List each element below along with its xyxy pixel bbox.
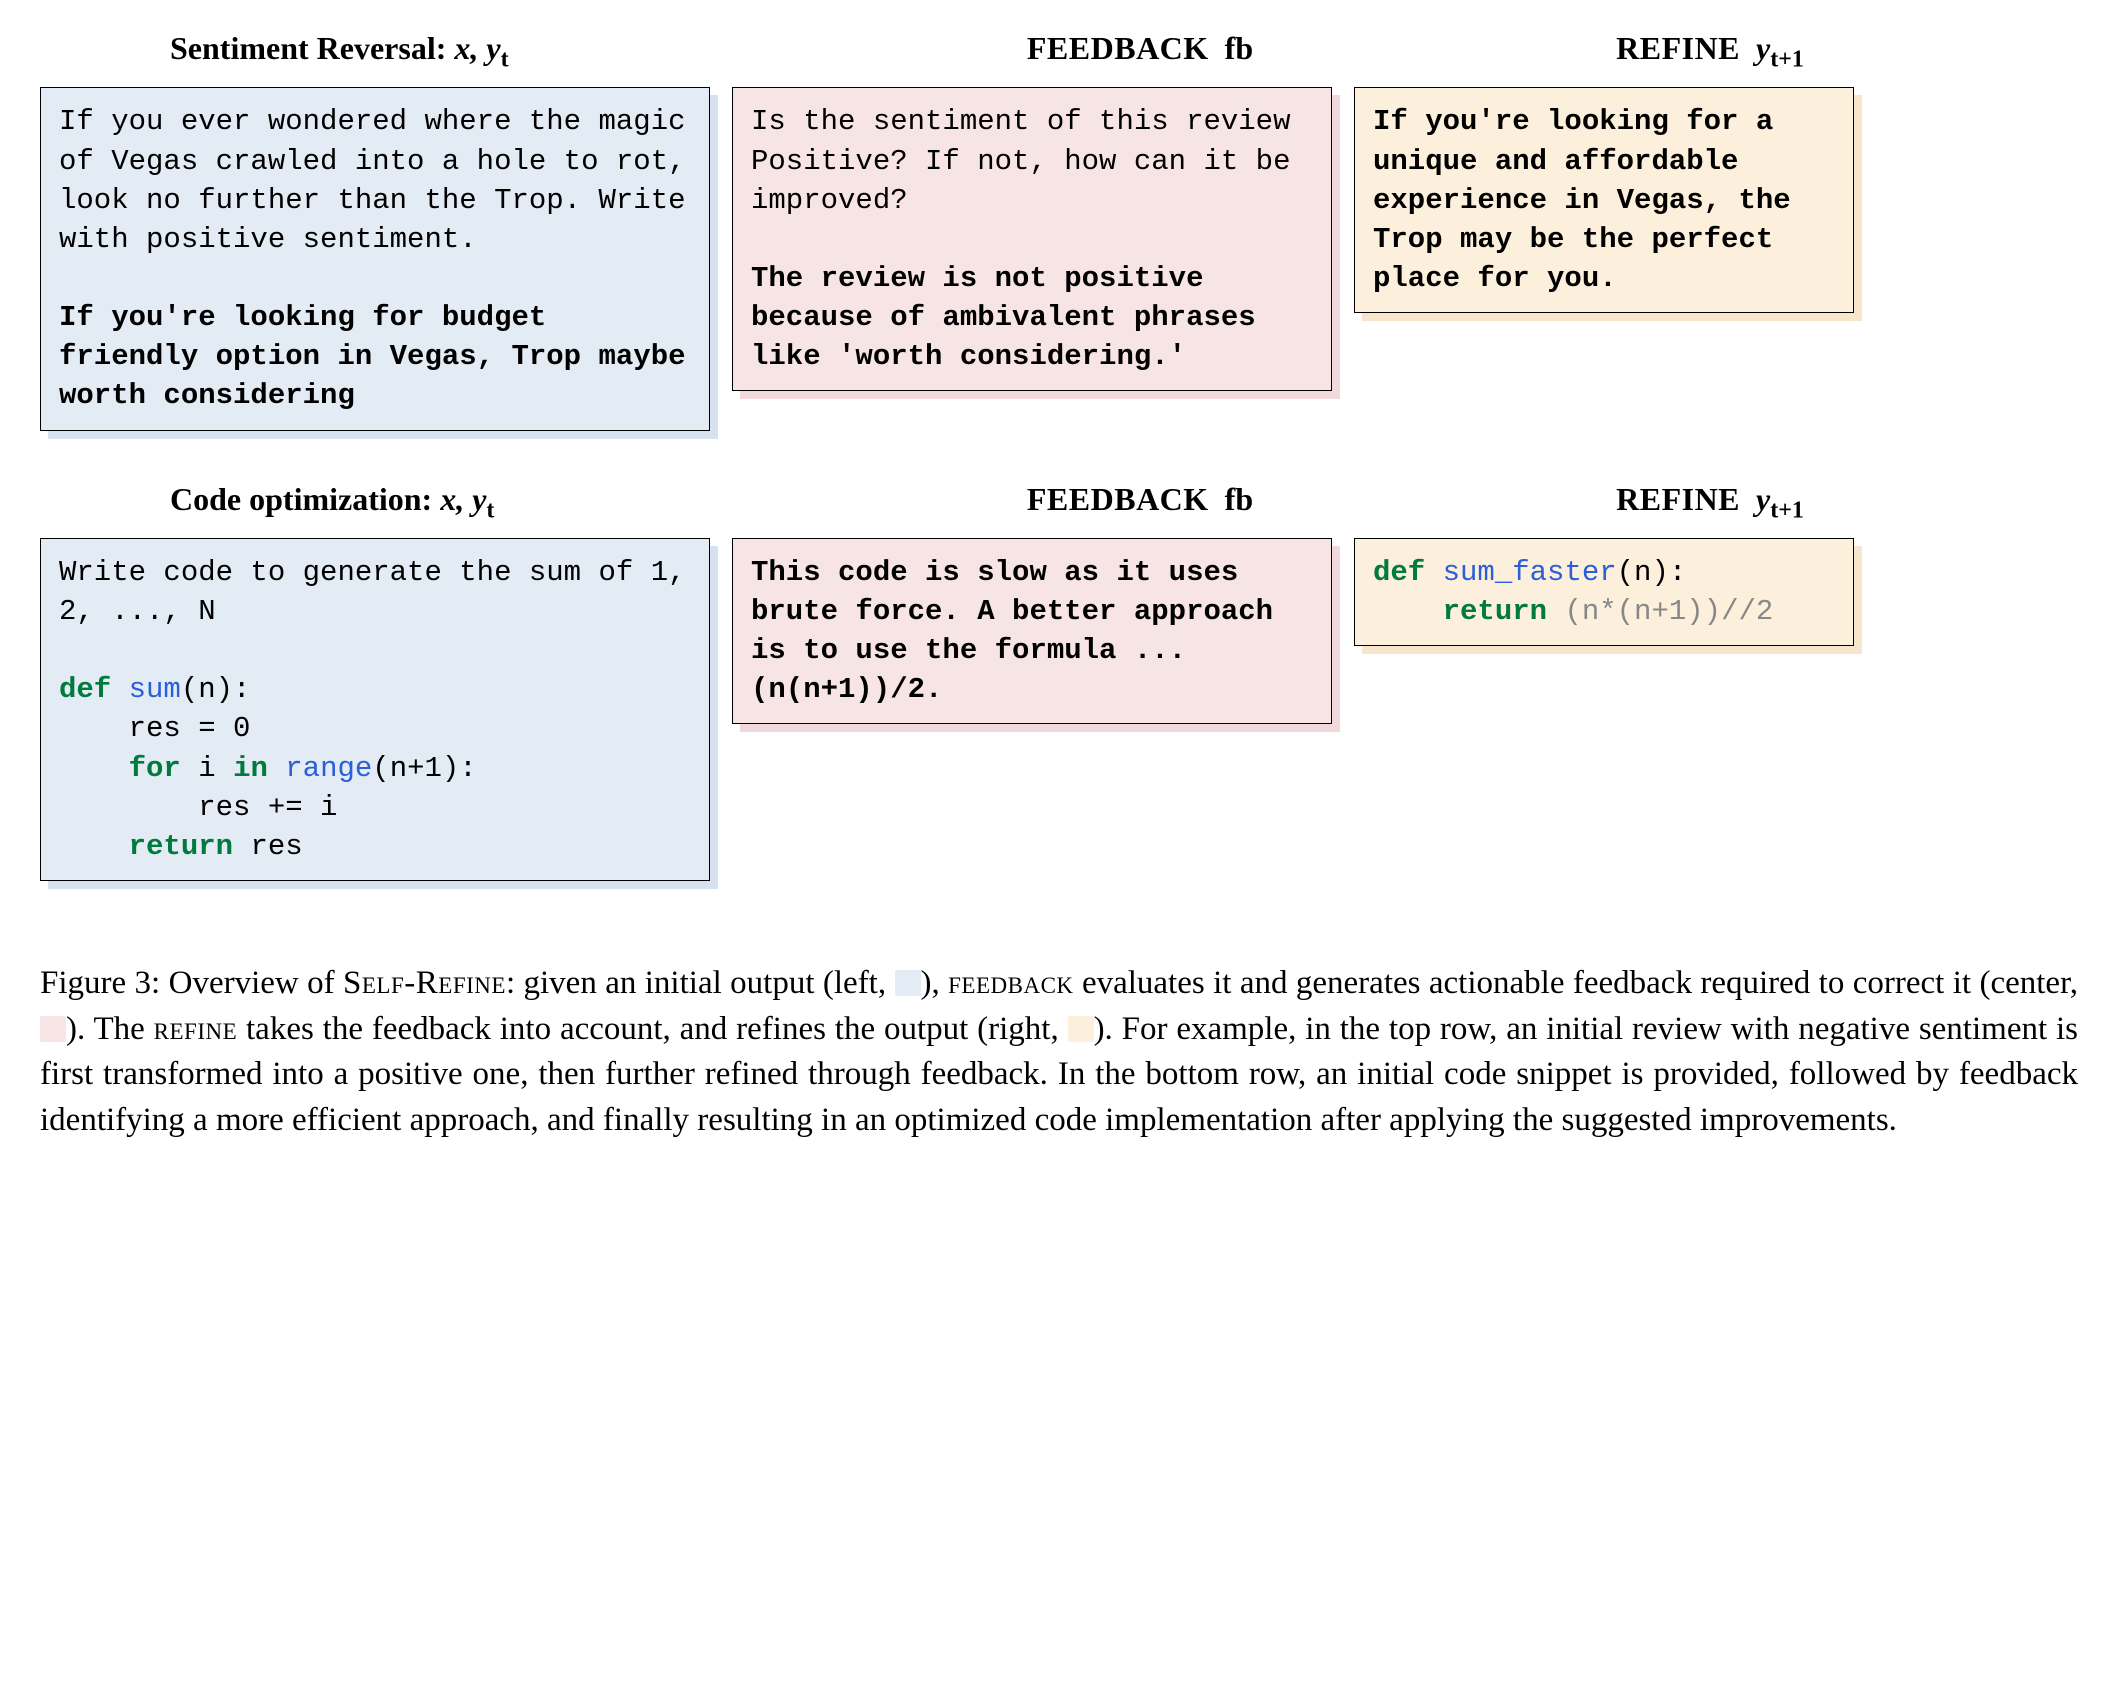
header-refine-caps: REFINE <box>1616 30 1740 66</box>
section2-headers: Code optimization: x, yt FEEDBACK fb REF… <box>40 481 2078 524</box>
code-l5-rest: res <box>233 830 303 863</box>
section1-headers: Sentiment Reversal: x, yt FEEDBACK fb RE… <box>40 30 2078 73</box>
header-left-prefix: Sentiment Reversal: <box>170 30 446 66</box>
kw-in: in <box>233 752 268 785</box>
sentiment-feedback-bold: The review is not positive because of am… <box>751 262 1273 373</box>
header2-left-prefix: Code optimization: <box>170 481 432 517</box>
sentiment-input-plain: If you ever wondered where the magic of … <box>59 105 703 255</box>
caption-feedback: feedback <box>948 965 1073 1001</box>
kw-def2: def <box>1373 556 1425 589</box>
sentiment-input-bold: If you're looking for budget friendly op… <box>59 301 703 412</box>
code2-l2-rest: (n*(n+1))//2 <box>1547 595 1773 628</box>
sentiment-refine-bold: If you're looking for a unique and affor… <box>1373 105 1808 295</box>
header2-feedback-tail: fb <box>1225 481 1253 517</box>
header2-refine-var: y <box>1756 481 1770 517</box>
swatch-blue-icon <box>895 970 921 996</box>
header2-left-vars: x, y <box>440 481 486 517</box>
section2-boxes: Write code to generate the sum of 1, 2, … <box>40 538 2078 881</box>
header2-feedback-caps: FEEDBACK <box>1027 481 1209 517</box>
swatch-pink-icon <box>40 1016 66 1042</box>
code-refine-box: def sum_faster(n): return (n*(n+1))//2 <box>1354 538 1854 646</box>
header-refine: REFINE yt+1 <box>1460 30 1960 73</box>
header-feedback-caps: FEEDBACK <box>1027 30 1209 66</box>
code-input-intro: Write code to generate the sum of 1, 2, … <box>59 556 703 628</box>
caption-part5: takes the feedback into account, and ref… <box>237 1011 1067 1047</box>
header-feedback-tail: fb <box>1225 30 1253 66</box>
code-input-box: Write code to generate the sum of 1, 2, … <box>40 538 710 881</box>
sentiment-feedback-box: Is the sentiment of this review Positive… <box>732 87 1332 391</box>
header-refine-sub: t+1 <box>1770 46 1804 72</box>
caption-figlabel: Figure 3: Overview of <box>40 965 343 1001</box>
kw-for: for <box>129 752 181 785</box>
caption-refine: refine <box>154 1011 238 1047</box>
header2-refine-caps: REFINE <box>1616 481 1740 517</box>
fn-sum: sum <box>129 673 181 706</box>
header-left-vars: x, y <box>454 30 500 66</box>
header2-left-sub: t <box>486 497 494 523</box>
fn-sumfaster: sum_faster <box>1443 556 1617 589</box>
code-l4: res += i <box>59 791 337 824</box>
header-sentiment-reversal: Sentiment Reversal: x, yt <box>170 30 820 73</box>
caption-part1: : given an initial output (left, <box>506 965 895 1001</box>
kw-return: return <box>129 830 233 863</box>
fn-range: range <box>268 752 372 785</box>
header2-refine-sub: t+1 <box>1770 497 1804 523</box>
header2-refine: REFINE yt+1 <box>1460 481 1960 524</box>
sentiment-feedback-plain: Is the sentiment of this review Positive… <box>751 105 1308 216</box>
caption-selfrefine: Self-Refine <box>343 965 506 1001</box>
header-left-sub: t <box>501 46 509 72</box>
kw-def: def <box>59 673 111 706</box>
sentiment-refine-box: If you're looking for a unique and affor… <box>1354 87 1854 313</box>
caption-part2: ), <box>921 965 949 1001</box>
sentiment-input-box: If you ever wondered where the magic of … <box>40 87 710 430</box>
caption-part4: ). The <box>66 1011 154 1047</box>
code-l3-mid: i <box>181 752 233 785</box>
code-l2: res = 0 <box>59 712 250 745</box>
header-feedback: FEEDBACK fb <box>840 30 1440 73</box>
code-l3-rest: (n+1): <box>372 752 476 785</box>
header-code-optimization: Code optimization: x, yt <box>170 481 820 524</box>
header2-feedback: FEEDBACK fb <box>840 481 1440 524</box>
code-feedback-bold: This code is slow as it uses brute force… <box>751 556 1291 706</box>
figure-caption: Figure 3: Overview of Self-Refine: given… <box>40 961 2078 1143</box>
code-feedback-box: This code is slow as it uses brute force… <box>732 538 1332 725</box>
swatch-peach-icon <box>1068 1016 1094 1042</box>
section1-boxes: If you ever wondered where the magic of … <box>40 87 2078 430</box>
code-l1-rest: (n): <box>181 673 251 706</box>
kw-return2: return <box>1443 595 1547 628</box>
caption-part3: evaluates it and generates actionable fe… <box>1074 965 2078 1001</box>
header-refine-var: y <box>1756 30 1770 66</box>
code2-l1-rest: (n): <box>1617 556 1687 589</box>
